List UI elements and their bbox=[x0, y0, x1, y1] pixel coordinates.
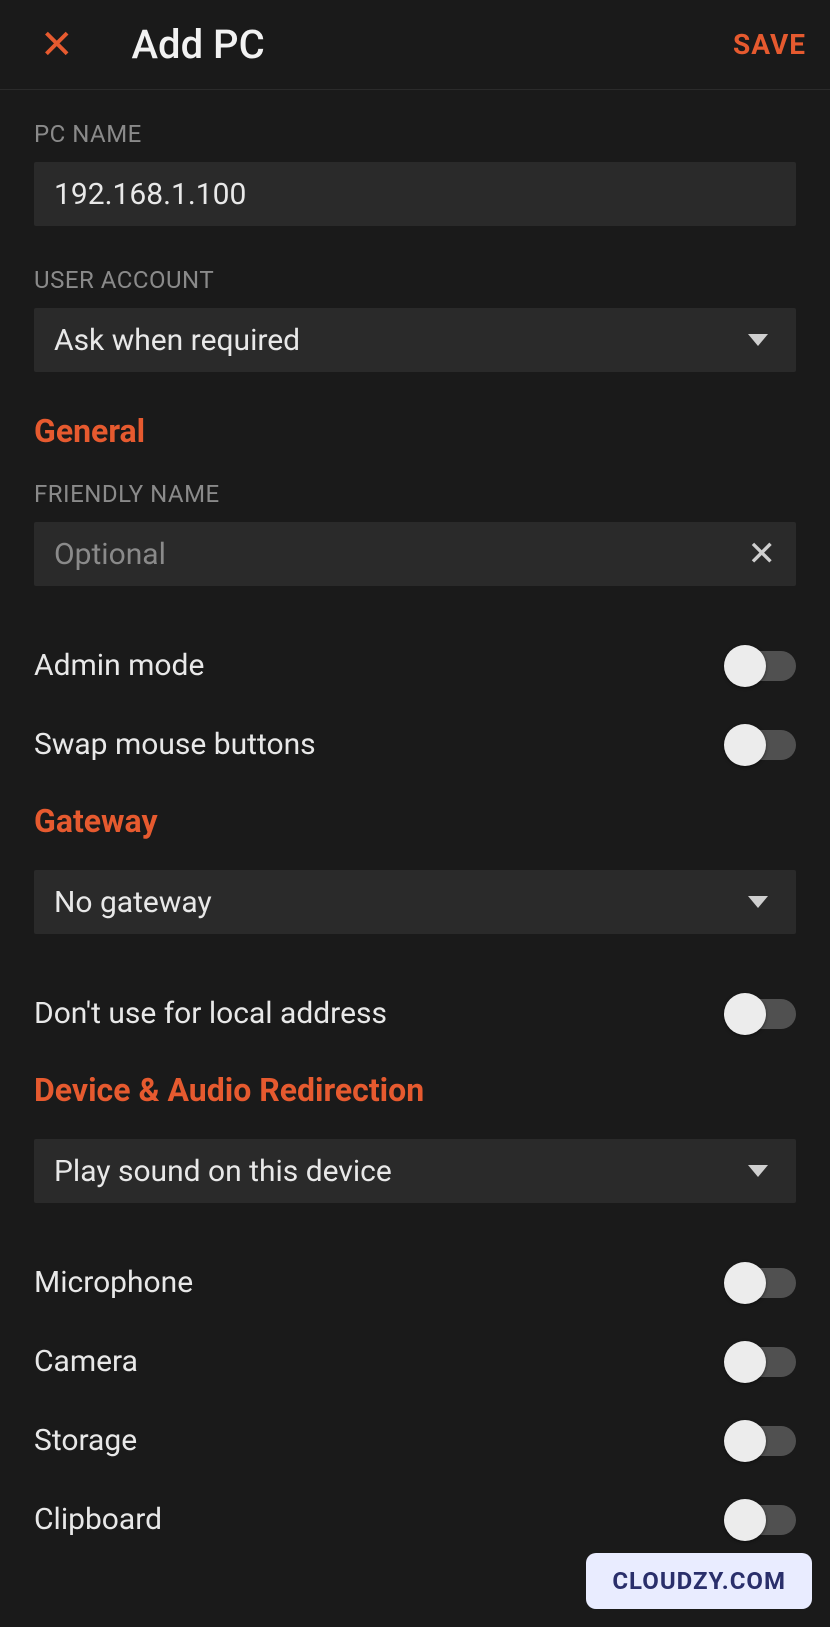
section-device-audio: Device & Audio Redirection bbox=[34, 1071, 796, 1109]
save-button[interactable]: SAVE bbox=[733, 28, 806, 61]
microphone-toggle[interactable] bbox=[726, 1268, 796, 1298]
no-local-label: Don't use for local address bbox=[34, 996, 387, 1031]
storage-label: Storage bbox=[34, 1423, 137, 1458]
camera-label: Camera bbox=[34, 1344, 138, 1379]
close-icon[interactable]: ✕ bbox=[40, 25, 74, 65]
user-account-dropdown[interactable]: Ask when required bbox=[34, 308, 796, 372]
section-gateway: Gateway bbox=[34, 802, 796, 840]
swap-mouse-row: Swap mouse buttons bbox=[34, 705, 796, 784]
gateway-value: No gateway bbox=[54, 885, 212, 920]
clear-icon[interactable]: ✕ bbox=[748, 534, 777, 574]
user-account-label: USER ACCOUNT bbox=[34, 266, 796, 294]
microphone-label: Microphone bbox=[34, 1265, 193, 1300]
no-local-row: Don't use for local address bbox=[34, 974, 796, 1053]
user-account-value: Ask when required bbox=[54, 323, 300, 358]
pc-name-value: 192.168.1.100 bbox=[54, 177, 246, 212]
swap-mouse-label: Swap mouse buttons bbox=[34, 727, 316, 762]
microphone-row: Microphone bbox=[34, 1243, 796, 1322]
pc-name-input[interactable]: 192.168.1.100 bbox=[34, 162, 796, 226]
friendly-name-input[interactable]: Optional ✕ bbox=[34, 522, 796, 586]
camera-toggle[interactable] bbox=[726, 1347, 796, 1377]
storage-row: Storage bbox=[34, 1401, 796, 1480]
clipboard-label: Clipboard bbox=[34, 1502, 162, 1537]
chevron-down-icon bbox=[748, 1165, 768, 1177]
content: PC NAME 192.168.1.100 USER ACCOUNT Ask w… bbox=[0, 90, 830, 1559]
swap-mouse-toggle[interactable] bbox=[726, 730, 796, 760]
section-general: General bbox=[34, 412, 796, 450]
admin-mode-row: Admin mode bbox=[34, 626, 796, 705]
clipboard-row: Clipboard bbox=[34, 1480, 796, 1559]
friendly-name-placeholder: Optional bbox=[54, 537, 166, 572]
header: ✕ Add PC SAVE bbox=[0, 0, 830, 90]
watermark-badge: CLOUDZY.COM bbox=[586, 1553, 812, 1609]
chevron-down-icon bbox=[748, 896, 768, 908]
storage-toggle[interactable] bbox=[726, 1426, 796, 1456]
camera-row: Camera bbox=[34, 1322, 796, 1401]
audio-value: Play sound on this device bbox=[54, 1154, 392, 1189]
admin-mode-toggle[interactable] bbox=[726, 651, 796, 681]
clipboard-toggle[interactable] bbox=[726, 1505, 796, 1535]
gateway-dropdown[interactable]: No gateway bbox=[34, 870, 796, 934]
admin-mode-label: Admin mode bbox=[34, 648, 204, 683]
page-title: Add PC bbox=[132, 21, 733, 68]
audio-dropdown[interactable]: Play sound on this device bbox=[34, 1139, 796, 1203]
pc-name-label: PC NAME bbox=[34, 120, 796, 148]
chevron-down-icon bbox=[748, 334, 768, 346]
no-local-toggle[interactable] bbox=[726, 999, 796, 1029]
friendly-name-label: FRIENDLY NAME bbox=[34, 480, 796, 508]
